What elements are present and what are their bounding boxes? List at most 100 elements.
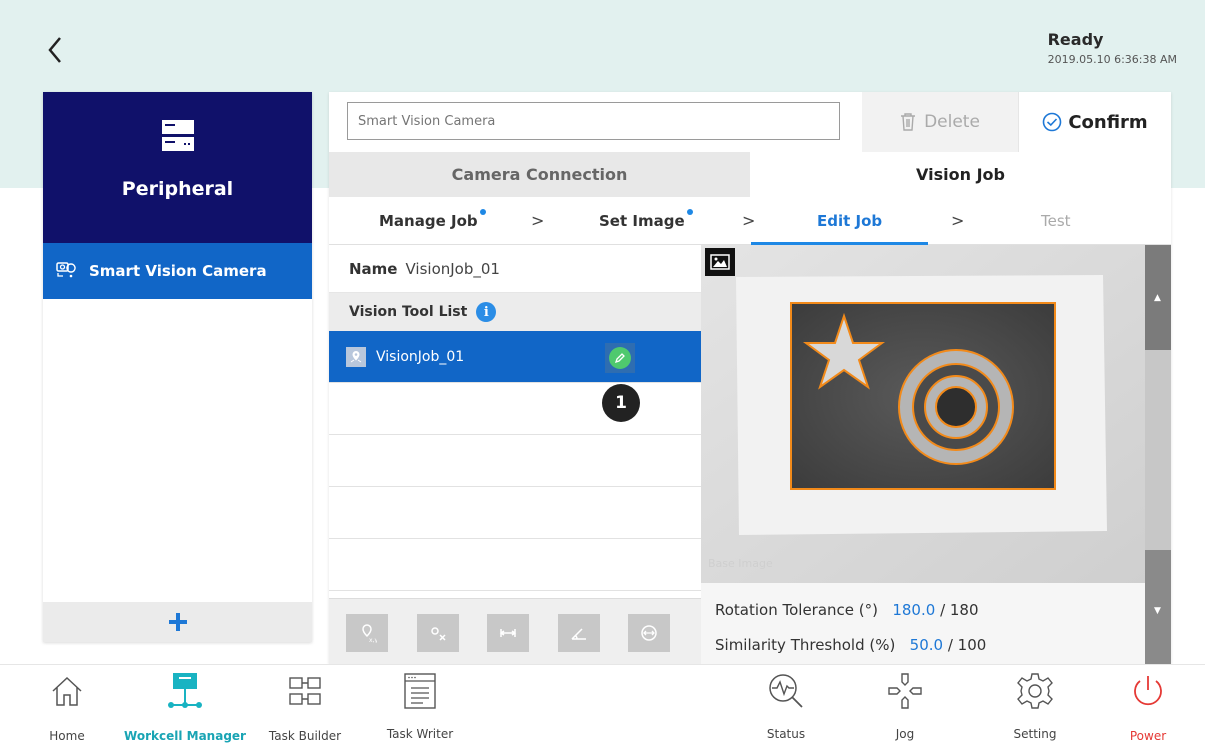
step-label: Edit Job bbox=[817, 212, 883, 230]
chevron-right-icon: > bbox=[742, 211, 756, 230]
rotation-tolerance-max: / 180 bbox=[940, 601, 979, 619]
delete-label: Delete bbox=[924, 112, 980, 132]
status-icon bbox=[766, 669, 806, 713]
camera-photo bbox=[701, 245, 1145, 583]
bottom-nav: Home Workcell Manager Task Builder Task … bbox=[0, 664, 1205, 747]
task-builder-icon bbox=[288, 669, 322, 713]
back-button[interactable] bbox=[40, 30, 70, 70]
setting-icon bbox=[1015, 669, 1055, 713]
tab-vision-job[interactable]: Vision Job bbox=[750, 152, 1171, 197]
job-name-row: Name VisionJob_01 bbox=[329, 245, 701, 293]
step-set-image[interactable]: Set Image bbox=[599, 197, 693, 245]
add-pattern-tool-button[interactable]: x,y bbox=[346, 614, 388, 652]
point-tool-icon bbox=[431, 627, 446, 641]
sidebar-item-smart-vision-camera[interactable]: Smart Vision Camera bbox=[43, 243, 312, 299]
list-item-empty bbox=[329, 435, 701, 487]
check-circle-icon bbox=[1043, 112, 1062, 132]
step-test[interactable]: Test bbox=[1041, 197, 1071, 245]
peripheral-panel: Peripheral Smart Vision Camera bbox=[43, 92, 312, 642]
similarity-threshold-row[interactable]: Similarity Threshold (%) 50.0 / 100 bbox=[715, 636, 986, 654]
plus-icon bbox=[168, 613, 187, 631]
add-angle-tool-button[interactable] bbox=[558, 614, 600, 652]
step-label: Set Image bbox=[599, 212, 685, 230]
pattern-tool-icon: x,y bbox=[362, 624, 377, 643]
nav-label: Jog bbox=[895, 727, 915, 741]
params-scrollbar[interactable]: ▼ bbox=[1145, 583, 1171, 664]
rotation-tolerance-row[interactable]: Rotation Tolerance (°) 180.0 / 180 bbox=[715, 601, 979, 619]
confirm-label: Confirm bbox=[1068, 111, 1148, 133]
nav-label: Task Writer bbox=[386, 727, 454, 741]
nav-jog[interactable]: Jog bbox=[878, 665, 932, 747]
nav-workcell-manager[interactable]: Workcell Manager bbox=[122, 665, 248, 747]
step-manage-job[interactable]: Manage Job bbox=[379, 197, 486, 245]
step-indicator-dot bbox=[686, 209, 693, 215]
vision-tool-panel: Name VisionJob_01 Vision Tool List i Vis… bbox=[329, 245, 701, 664]
nav-status[interactable]: Status bbox=[756, 665, 816, 747]
job-name-value: VisionJob_01 bbox=[405, 259, 500, 278]
camera-image-view[interactable]: ▲ bbox=[701, 245, 1171, 583]
add-peripheral-button[interactable] bbox=[43, 602, 312, 642]
add-distance-tool-button[interactable] bbox=[487, 614, 529, 652]
svg-text:x,y: x,y bbox=[369, 637, 377, 643]
rotation-tolerance-label: Rotation Tolerance (°) bbox=[715, 601, 879, 619]
trash-icon bbox=[901, 113, 916, 131]
server-icon bbox=[161, 120, 194, 156]
edit-tool-button[interactable] bbox=[605, 343, 635, 373]
image-toggle-button[interactable] bbox=[705, 248, 735, 276]
tab-camera-connection[interactable]: Camera Connection bbox=[329, 152, 750, 197]
info-icon[interactable]: i bbox=[476, 302, 497, 322]
add-point-tool-button[interactable] bbox=[417, 614, 459, 652]
peripheral-header: Peripheral bbox=[43, 92, 312, 243]
workcell-icon bbox=[165, 669, 205, 713]
pattern-parameters: Rotation Tolerance (°) 180.0 / 180 Simil… bbox=[701, 583, 1145, 664]
vision-tool-icon bbox=[346, 346, 366, 367]
image-scrollbar-thumb[interactable] bbox=[1145, 350, 1171, 550]
confirm-button[interactable]: Confirm bbox=[1018, 92, 1171, 152]
angle-tool-icon bbox=[571, 628, 586, 640]
sidebar-item-label: Smart Vision Camera bbox=[89, 262, 267, 280]
tab-bar: Camera Connection Vision Job bbox=[329, 152, 1171, 197]
nav-task-builder[interactable]: Task Builder bbox=[262, 665, 348, 747]
nav-power[interactable]: Power bbox=[1118, 665, 1178, 747]
nav-label: Task Builder bbox=[268, 729, 342, 743]
rotation-tolerance-value[interactable]: 180.0 bbox=[892, 601, 935, 619]
vision-tool-toolbar: x,y bbox=[329, 598, 701, 664]
scroll-down-icon[interactable]: ▼ bbox=[1154, 606, 1161, 616]
vision-job-card: Delete Confirm Camera Connection Vision … bbox=[329, 92, 1171, 664]
distance-tool-icon bbox=[499, 629, 517, 637]
list-item-empty bbox=[329, 487, 701, 539]
scroll-up-icon[interactable]: ▲ bbox=[1154, 293, 1161, 303]
nav-label: Workcell Manager bbox=[124, 729, 246, 743]
step-label: Test bbox=[1041, 212, 1071, 230]
callout-badge: 1 bbox=[602, 384, 640, 422]
power-icon bbox=[1130, 669, 1166, 713]
nav-label: Power bbox=[1129, 729, 1167, 743]
nav-label: Home bbox=[49, 729, 85, 743]
step-edit-job[interactable]: Edit Job bbox=[817, 197, 882, 245]
circle-tool-icon bbox=[641, 625, 657, 641]
peripheral-title: Peripheral bbox=[121, 178, 234, 200]
similarity-threshold-max: / 100 bbox=[947, 636, 987, 654]
vision-tool-list-label: Vision Tool List bbox=[349, 304, 468, 320]
nav-setting[interactable]: Setting bbox=[1000, 665, 1070, 747]
status-indicator: Ready 2019.05.10 6:36:38 AM bbox=[1048, 30, 1177, 66]
nav-label: Setting bbox=[1013, 727, 1057, 741]
task-writer-icon bbox=[403, 669, 437, 713]
job-name-label: Name bbox=[349, 259, 398, 278]
chevron-right-icon: > bbox=[951, 211, 965, 230]
similarity-threshold-value[interactable]: 50.0 bbox=[910, 636, 943, 654]
step-indicator-dot bbox=[479, 209, 486, 215]
chevron-right-icon: > bbox=[531, 211, 545, 230]
vision-tool-row[interactable]: VisionJob_01 bbox=[329, 331, 701, 383]
nav-label: Status bbox=[766, 727, 806, 741]
list-item-empty bbox=[329, 383, 701, 435]
nav-home[interactable]: Home bbox=[42, 665, 92, 747]
target-image bbox=[701, 245, 1145, 583]
nav-task-writer[interactable]: Task Writer bbox=[380, 665, 460, 747]
device-name-input[interactable] bbox=[347, 102, 840, 140]
delete-button[interactable]: Delete bbox=[862, 92, 1018, 152]
status-title: Ready bbox=[1047, 30, 1104, 49]
add-circle-tool-button[interactable] bbox=[628, 614, 670, 652]
edit-icon bbox=[609, 347, 631, 369]
image-toggle-icon bbox=[710, 254, 730, 270]
